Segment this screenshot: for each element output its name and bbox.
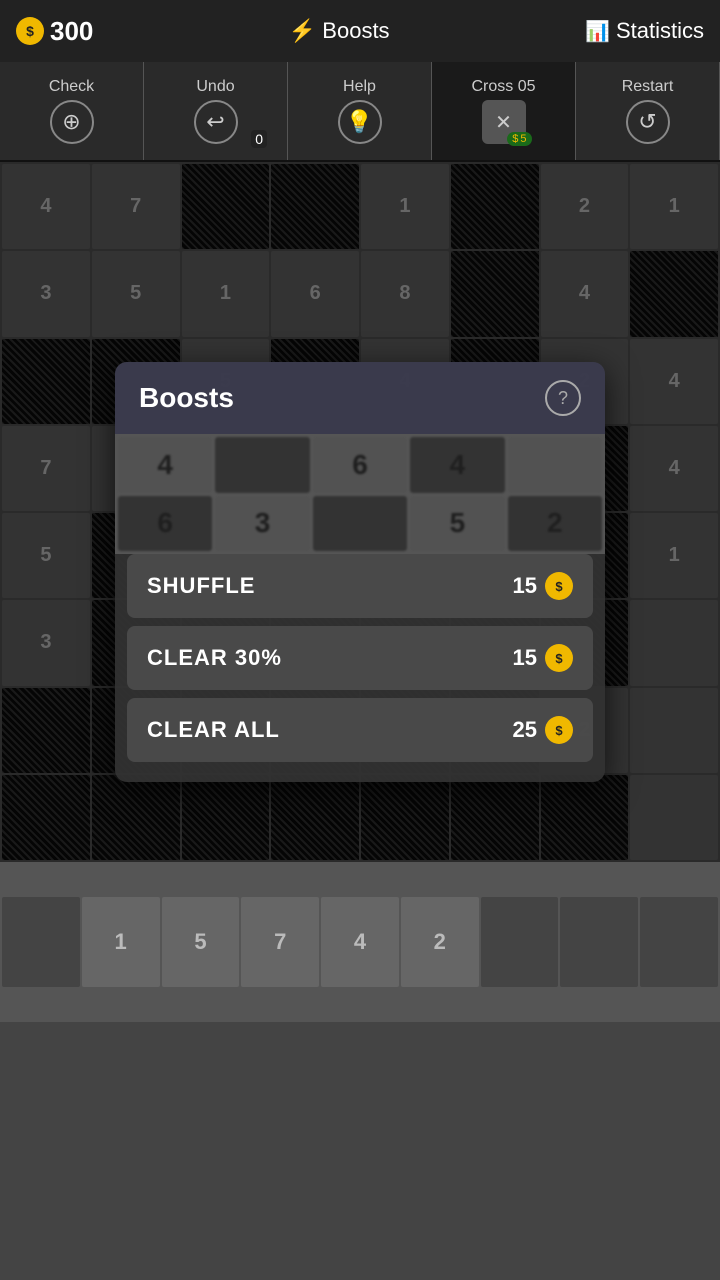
restart-label: Restart: [622, 78, 674, 96]
boost-row-2[interactable]: CLEAR ALL 25 $: [127, 698, 593, 762]
undo-count: 0: [251, 130, 267, 148]
modal-help-icon: ?: [558, 388, 568, 409]
cross-label: Cross 05: [471, 78, 535, 96]
stats-icon: 📊: [585, 19, 610, 44]
bottom-cell[interactable]: 2: [401, 897, 479, 987]
modal-bg-cell: 2: [508, 496, 602, 552]
cost-coin-icon: $: [545, 572, 573, 600]
bottom-cell[interactable]: [2, 897, 80, 987]
boost-cost-number: 25: [513, 717, 537, 743]
modal-bg-cell: 6: [313, 437, 407, 493]
undo-icon: ↩: [194, 100, 238, 144]
modal-bg-cell: [313, 496, 407, 552]
cost-coin-icon: $: [545, 716, 573, 744]
modal-header: Boosts ?: [115, 362, 605, 434]
boost-cost: 15 $: [513, 572, 573, 600]
modal-bg-cell: 6: [118, 496, 212, 552]
bottom-cell[interactable]: 7: [241, 897, 319, 987]
top-bar: $ 300 ⚡ Boosts 📊 Statistics: [0, 0, 720, 62]
coin-icon: $: [16, 17, 44, 45]
bottom-area: 15742: [0, 862, 720, 1022]
check-button[interactable]: Check ⊕: [0, 62, 144, 160]
help-button[interactable]: Help 💡: [288, 62, 432, 160]
undo-label: Undo: [196, 78, 234, 96]
bottom-cell[interactable]: 1: [82, 897, 160, 987]
statistics-nav[interactable]: 📊 Statistics: [585, 18, 704, 44]
boost-label: CLEAR ALL: [147, 717, 280, 743]
boost-row-0[interactable]: SHUFFLE 15 $: [127, 554, 593, 618]
bottom-cell[interactable]: [640, 897, 718, 987]
modal-bg-cell: [508, 437, 602, 493]
boosts-modal: Boosts ? 4646352 SHUFFLE15$CLEAR 30%15$C…: [115, 362, 605, 782]
help-icon: 💡: [338, 100, 382, 144]
bottom-cell[interactable]: [481, 897, 559, 987]
modal-help-button[interactable]: ?: [545, 380, 581, 416]
boost-row-1[interactable]: CLEAR 30% 15 $: [127, 626, 593, 690]
boost-label: CLEAR 30%: [147, 645, 282, 671]
boost-cost: 15 $: [513, 644, 573, 672]
undo-button[interactable]: Undo ↩ 0: [144, 62, 288, 160]
cross-cost-amount: 5: [520, 133, 526, 145]
modal-body: SHUFFLE 15 $ CLEAR 30% 15 $ CLEAR ALL 25 $: [115, 554, 605, 782]
cross-cost-coin: $: [512, 133, 518, 145]
modal-title: Boosts: [139, 382, 234, 414]
boosts-nav-label: Boosts: [322, 18, 389, 44]
modal-bg-cell: 3: [215, 496, 309, 552]
modal-overlay[interactable]: Boosts ? 4646352 SHUFFLE15$CLEAR 30%15$C…: [0, 162, 720, 862]
boost-label: SHUFFLE: [147, 573, 255, 599]
cross-cost-badge: $ 5: [507, 132, 531, 146]
bottom-cell[interactable]: [560, 897, 638, 987]
bolt-icon: ⚡: [289, 18, 316, 44]
restart-button[interactable]: Restart ↺: [576, 62, 720, 160]
boost-cost-number: 15: [513, 645, 537, 671]
cost-coin-icon: $: [545, 644, 573, 672]
restart-icon: ↺: [626, 100, 670, 144]
modal-bg-cell: [215, 437, 309, 493]
coins-display: $ 300: [16, 16, 93, 47]
game-area: 4712135168454247131545132 Boosts ? 46463…: [0, 162, 720, 862]
modal-background: 4646352: [115, 434, 605, 554]
check-label: Check: [49, 78, 94, 96]
bottom-cell[interactable]: 5: [162, 897, 240, 987]
coins-amount: 300: [50, 16, 93, 47]
modal-bg-grid: 4646352: [115, 434, 605, 554]
statistics-label: Statistics: [616, 18, 704, 44]
modal-bg-cell: 5: [410, 496, 504, 552]
modal-bg-cell: 4: [410, 437, 504, 493]
help-label: Help: [343, 78, 376, 96]
modal-bg-cell: 4: [118, 437, 212, 493]
boosts-nav[interactable]: ⚡ Boosts: [289, 18, 390, 44]
check-icon: ⊕: [50, 100, 94, 144]
boost-cost-number: 15: [513, 573, 537, 599]
bottom-cell[interactable]: 4: [321, 897, 399, 987]
boost-cost: 25 $: [513, 716, 573, 744]
cross-button[interactable]: Cross 05 ✕ $ 5: [432, 62, 576, 160]
nav-bar: Check ⊕ Undo ↩ 0 Help 💡 Cross 05 ✕ $ 5 R…: [0, 62, 720, 162]
cross-icon: ✕ $ 5: [482, 100, 526, 144]
